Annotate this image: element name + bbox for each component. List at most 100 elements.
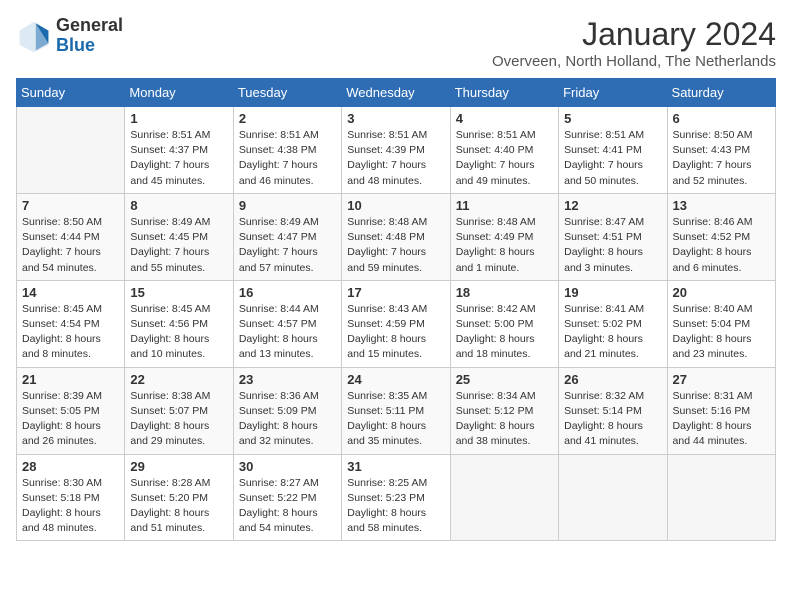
day-info: Sunrise: 8:36 AMSunset: 5:09 PMDaylight:…	[239, 389, 336, 450]
day-info: Sunrise: 8:50 AMSunset: 4:44 PMDaylight:…	[22, 215, 119, 276]
week-row-4: 21 Sunrise: 8:39 AMSunset: 5:05 PMDayligh…	[17, 367, 776, 454]
calendar-cell: 23Sunrise: 8:36 AMSunset: 5:09 PMDayligh…	[233, 367, 341, 454]
day-number: 29	[130, 459, 227, 474]
weekday-header-thursday: Thursday	[450, 79, 558, 107]
day-info: Sunrise: 8:28 AMSunset: 5:20 PMDaylight:…	[130, 476, 227, 537]
day-number: 1	[130, 111, 227, 126]
calendar-cell	[667, 454, 775, 541]
day-info: Sunrise: 8:35 AMSunset: 5:11 PMDaylight:…	[347, 389, 444, 450]
calendar-cell: 24 Sunrise: 8:35 AMSunset: 5:11 PMDayligh…	[342, 367, 450, 454]
weekday-header-sunday: Sunday	[17, 79, 125, 107]
day-info: Sunrise: 8:44 AMSunset: 4:57 PMDaylight:…	[239, 302, 336, 363]
calendar-cell: 13Sunrise: 8:46 AMSunset: 4:52 PMDayligh…	[667, 193, 775, 280]
calendar-cell: 12 Sunrise: 8:47 AMSunset: 4:51 PMDayligh…	[559, 193, 667, 280]
day-number: 15	[130, 285, 227, 300]
logo-blue-text: Blue	[56, 35, 95, 55]
calendar-cell: 2 Sunrise: 8:51 AMSunset: 4:38 PMDaylight…	[233, 107, 341, 194]
day-info: Sunrise: 8:41 AMSunset: 5:02 PMDaylight:…	[564, 302, 661, 363]
calendar-cell: 5 Sunrise: 8:51 AMSunset: 4:41 PMDaylight…	[559, 107, 667, 194]
calendar-cell: 4Sunrise: 8:51 AMSunset: 4:40 PMDaylight…	[450, 107, 558, 194]
day-info: Sunrise: 8:42 AMSunset: 5:00 PMDaylight:…	[456, 302, 553, 363]
day-number: 13	[673, 198, 770, 213]
day-number: 24	[347, 372, 444, 387]
day-info: Sunrise: 8:48 AMSunset: 4:49 PMDaylight:…	[456, 215, 553, 276]
calendar-cell	[450, 454, 558, 541]
week-row-1: 1 Sunrise: 8:51 AMSunset: 4:37 PMDaylight…	[17, 107, 776, 194]
calendar-cell: 11 Sunrise: 8:48 AMSunset: 4:49 PMDayligh…	[450, 193, 558, 280]
calendar-cell	[17, 107, 125, 194]
day-info: Sunrise: 8:49 AMSunset: 4:45 PMDaylight:…	[130, 215, 227, 276]
day-info: Sunrise: 8:51 AMSunset: 4:41 PMDaylight:…	[564, 128, 661, 189]
day-number: 8	[130, 198, 227, 213]
calendar-cell: 22 Sunrise: 8:38 AMSunset: 5:07 PMDayligh…	[125, 367, 233, 454]
calendar-cell: 7Sunrise: 8:50 AMSunset: 4:44 PMDaylight…	[17, 193, 125, 280]
day-info: Sunrise: 8:31 AMSunset: 5:16 PMDaylight:…	[673, 389, 770, 450]
calendar-cell: 27Sunrise: 8:31 AMSunset: 5:16 PMDayligh…	[667, 367, 775, 454]
calendar-cell: 28Sunrise: 8:30 AMSunset: 5:18 PMDayligh…	[17, 454, 125, 541]
week-row-2: 7Sunrise: 8:50 AMSunset: 4:44 PMDaylight…	[17, 193, 776, 280]
day-number: 2	[239, 111, 336, 126]
day-number: 18	[456, 285, 553, 300]
calendar-cell: 3 Sunrise: 8:51 AMSunset: 4:39 PMDaylight…	[342, 107, 450, 194]
day-info: Sunrise: 8:43 AMSunset: 4:59 PMDaylight:…	[347, 302, 444, 363]
calendar-cell: 29 Sunrise: 8:28 AMSunset: 5:20 PMDayligh…	[125, 454, 233, 541]
day-number: 19	[564, 285, 661, 300]
week-row-5: 28Sunrise: 8:30 AMSunset: 5:18 PMDayligh…	[17, 454, 776, 541]
weekday-header-friday: Friday	[559, 79, 667, 107]
title-area: January 2024 Overveen, North Holland, Th…	[492, 16, 776, 70]
calendar-cell: 21 Sunrise: 8:39 AMSunset: 5:05 PMDayligh…	[17, 367, 125, 454]
day-info: Sunrise: 8:25 AMSunset: 5:23 PMDaylight:…	[347, 476, 444, 537]
calendar-cell: 18 Sunrise: 8:42 AMSunset: 5:00 PMDayligh…	[450, 280, 558, 367]
weekday-header-row: SundayMondayTuesdayWednesdayThursdayFrid…	[17, 79, 776, 107]
day-info: Sunrise: 8:50 AMSunset: 4:43 PMDaylight:…	[673, 128, 770, 189]
weekday-header-saturday: Saturday	[667, 79, 775, 107]
weekday-header-monday: Monday	[125, 79, 233, 107]
weekday-header-wednesday: Wednesday	[342, 79, 450, 107]
calendar-table: SundayMondayTuesdayWednesdayThursdayFrid…	[16, 78, 776, 541]
day-number: 14	[22, 285, 119, 300]
day-info: Sunrise: 8:51 AMSunset: 4:39 PMDaylight:…	[347, 128, 444, 189]
day-info: Sunrise: 8:39 AMSunset: 5:05 PMDaylight:…	[22, 389, 119, 450]
calendar-cell: 10 Sunrise: 8:48 AMSunset: 4:48 PMDayligh…	[342, 193, 450, 280]
day-info: Sunrise: 8:51 AMSunset: 4:37 PMDaylight:…	[130, 128, 227, 189]
day-number: 21	[22, 372, 119, 387]
calendar-cell: 6 Sunrise: 8:50 AMSunset: 4:43 PMDaylight…	[667, 107, 775, 194]
logo-general-text: General	[56, 15, 123, 35]
calendar-cell: 14 Sunrise: 8:45 AMSunset: 4:54 PMDayligh…	[17, 280, 125, 367]
day-info: Sunrise: 8:48 AMSunset: 4:48 PMDaylight:…	[347, 215, 444, 276]
day-number: 17	[347, 285, 444, 300]
day-info: Sunrise: 8:40 AMSunset: 5:04 PMDaylight:…	[673, 302, 770, 363]
calendar-cell: 30 Sunrise: 8:27 AMSunset: 5:22 PMDayligh…	[233, 454, 341, 541]
logo: General Blue	[16, 16, 123, 56]
logo-icon	[16, 18, 52, 54]
day-info: Sunrise: 8:27 AMSunset: 5:22 PMDaylight:…	[239, 476, 336, 537]
day-number: 16	[239, 285, 336, 300]
day-number: 26	[564, 372, 661, 387]
day-number: 12	[564, 198, 661, 213]
day-number: 10	[347, 198, 444, 213]
day-info: Sunrise: 8:45 AMSunset: 4:54 PMDaylight:…	[22, 302, 119, 363]
day-info: Sunrise: 8:51 AMSunset: 4:38 PMDaylight:…	[239, 128, 336, 189]
day-number: 30	[239, 459, 336, 474]
week-row-3: 14 Sunrise: 8:45 AMSunset: 4:54 PMDayligh…	[17, 280, 776, 367]
day-number: 31	[347, 459, 444, 474]
month-title: January 2024	[492, 16, 776, 53]
calendar-cell: 20 Sunrise: 8:40 AMSunset: 5:04 PMDayligh…	[667, 280, 775, 367]
page-header: General Blue January 2024 Overveen, Nort…	[16, 16, 776, 70]
day-number: 3	[347, 111, 444, 126]
calendar-cell: 16 Sunrise: 8:44 AMSunset: 4:57 PMDayligh…	[233, 280, 341, 367]
calendar-cell: 25Sunrise: 8:34 AMSunset: 5:12 PMDayligh…	[450, 367, 558, 454]
day-number: 11	[456, 198, 553, 213]
day-number: 22	[130, 372, 227, 387]
day-number: 20	[673, 285, 770, 300]
day-info: Sunrise: 8:45 AMSunset: 4:56 PMDaylight:…	[130, 302, 227, 363]
day-number: 6	[673, 111, 770, 126]
day-number: 9	[239, 198, 336, 213]
day-info: Sunrise: 8:38 AMSunset: 5:07 PMDaylight:…	[130, 389, 227, 450]
day-info: Sunrise: 8:47 AMSunset: 4:51 PMDaylight:…	[564, 215, 661, 276]
calendar-cell	[559, 454, 667, 541]
calendar-cell: 1 Sunrise: 8:51 AMSunset: 4:37 PMDaylight…	[125, 107, 233, 194]
day-number: 5	[564, 111, 661, 126]
day-info: Sunrise: 8:32 AMSunset: 5:14 PMDaylight:…	[564, 389, 661, 450]
day-info: Sunrise: 8:49 AMSunset: 4:47 PMDaylight:…	[239, 215, 336, 276]
